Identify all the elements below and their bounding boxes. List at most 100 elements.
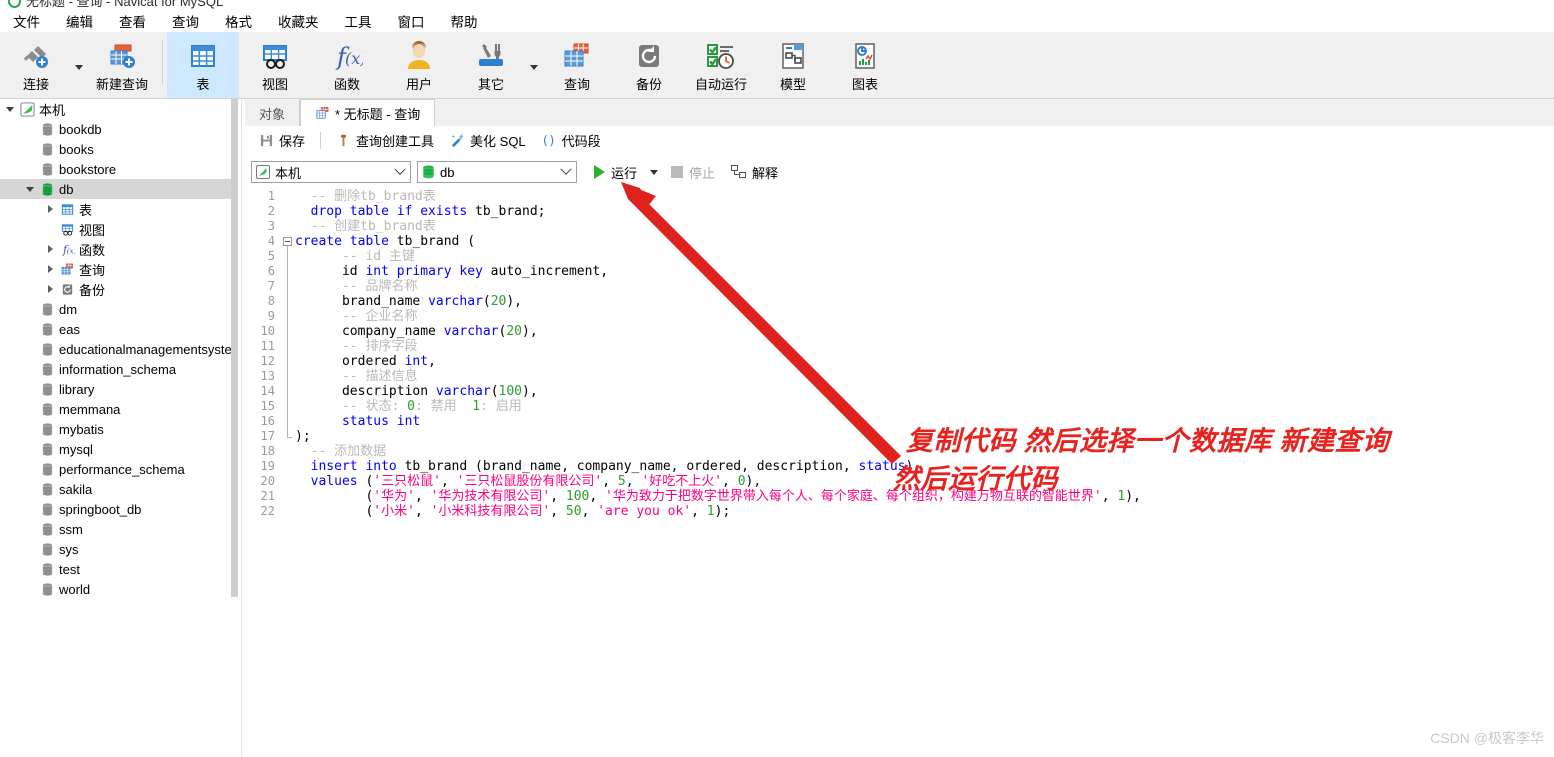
chevron-right-icon[interactable] [42, 199, 58, 219]
code-fold-toggle[interactable] [283, 237, 292, 246]
toolbar-new-query[interactable]: 新建查询 [86, 32, 158, 98]
toolbar-backup[interactable]: 备份 [613, 32, 685, 98]
code-line[interactable]: ); [295, 429, 1554, 444]
code-line[interactable]: status int [295, 414, 1554, 429]
code-line[interactable]: values ('三只松鼠', '三只松鼠股份有限公司', 5, '好吃不上火'… [295, 474, 1554, 489]
toolbar-user[interactable]: 用户 [383, 32, 455, 98]
tab-untitled-query[interactable]: * 无标题 - 查询 [300, 99, 436, 126]
tree-node-world[interactable]: world [0, 579, 238, 599]
chevron-down-icon[interactable] [2, 99, 18, 119]
code-line[interactable]: company_name varchar(20), [295, 324, 1554, 339]
line-number: 15 [260, 399, 275, 413]
code-line[interactable]: brand_name varchar(20), [295, 294, 1554, 309]
chevron-right-icon[interactable] [42, 259, 58, 279]
code-line[interactable]: ('小米', '小米科技有限公司', 50, 'are you ok', 1); [295, 504, 1554, 519]
code-line[interactable]: create table tb_brand ( [295, 234, 1554, 249]
tree-node-db[interactable]: db [0, 179, 238, 199]
chevron-down-icon[interactable] [558, 163, 574, 176]
menu-view[interactable]: 查看 [106, 9, 159, 33]
tree-node-information_schema[interactable]: information_schema [0, 359, 238, 379]
tree-node-label: memmana [59, 401, 121, 417]
code-line[interactable]: -- 企业名称 [295, 309, 1554, 324]
menu-edit[interactable]: 编辑 [53, 9, 106, 33]
tree-node-mysql[interactable]: mysql [0, 439, 238, 459]
code-line[interactable]: -- 品牌名称 [295, 279, 1554, 294]
run-options-caret-icon[interactable] [650, 169, 659, 175]
tree-node-bookstore[interactable]: bookstore [0, 159, 238, 179]
sidebar-scrollbar[interactable] [231, 99, 238, 757]
toolbar-automation[interactable]: 自动运行 [685, 32, 757, 98]
code-line[interactable]: description varchar(100), [295, 384, 1554, 399]
tree-node--[interactable]: 备份 [0, 279, 238, 299]
tree-node--[interactable]: 视图 [0, 219, 238, 239]
connection-select[interactable]: 本机 [251, 161, 411, 183]
chevron-right-icon[interactable] [42, 239, 58, 259]
database-select[interactable]: db [417, 161, 577, 183]
code-line[interactable]: -- 添加数据 [295, 444, 1554, 459]
tree-node-springboot_db[interactable]: springboot_db [0, 499, 238, 519]
save-button[interactable]: 保存 [251, 129, 313, 153]
toolbar-query[interactable]: 查询 [541, 32, 613, 98]
sql-editor[interactable]: 1 2 3 4 5 6 7 8 9 10 11 12 13 14 15 16 17 18 19 20 21 22 -- 删… [245, 189, 1554, 757]
toolbar-function[interactable]: f(x) 函数 [311, 32, 383, 98]
toolbar-connection-dropdown-caret-icon[interactable] [72, 32, 86, 98]
code-line[interactable]: -- 创建tb_brand表 [295, 219, 1554, 234]
code-line[interactable]: -- 删除tb_brand表 [295, 189, 1554, 204]
code-line[interactable]: -- 状态: 0: 禁用 1: 启用 [295, 399, 1554, 414]
tree-node-performance_schema[interactable]: performance_schema [0, 459, 238, 479]
code-snippet-button[interactable]: () 代码段 [534, 129, 609, 153]
tree-node--[interactable]: 本机 [0, 99, 238, 119]
code-line[interactable]: -- 排序字段 [295, 339, 1554, 354]
code-fold-column[interactable] [281, 189, 295, 757]
query-builder-button[interactable]: 查询创建工具 [328, 129, 442, 153]
code-line[interactable]: insert into tb_brand (brand_name, compan… [295, 459, 1554, 474]
toolbar-table[interactable]: 表 [167, 32, 239, 98]
beautify-sql-button[interactable]: 美化 SQL [442, 129, 534, 153]
code-line[interactable]: drop table if exists tb_brand; [295, 204, 1554, 219]
code-line[interactable]: ('华为', '华为技术有限公司', 100, '华为致力于把数字世界带入每个人… [295, 489, 1554, 504]
toolbar-connection[interactable]: 连接 [0, 32, 72, 98]
tree-node-bookdb[interactable]: bookdb [0, 119, 238, 139]
database-tree-sidebar[interactable]: 本机 bookdb books bookstore db 表视图f(x)函数查询备份dm e… [0, 99, 238, 757]
tree-node-library[interactable]: library [0, 379, 238, 399]
tab-objects[interactable]: 对象 [245, 100, 301, 126]
tree-node-books[interactable]: books [0, 139, 238, 159]
sidebar-splitter[interactable] [238, 99, 245, 757]
run-button[interactable]: 运行 [589, 160, 642, 184]
toolbar-other[interactable]: 其它 [455, 32, 527, 98]
menu-favorites[interactable]: 收藏夹 [265, 9, 332, 33]
menu-format[interactable]: 格式 [212, 9, 265, 33]
tree-node-mybatis[interactable]: mybatis [0, 419, 238, 439]
tree-node-eas[interactable]: eas [0, 319, 238, 339]
menu-file[interactable]: 文件 [0, 9, 53, 33]
toolbar-chart[interactable]: 图表 [829, 32, 901, 98]
tree-node-ssm[interactable]: ssm [0, 519, 238, 539]
menu-window[interactable]: 窗口 [385, 9, 438, 33]
query-builder-icon [336, 133, 351, 148]
sql-code-area[interactable]: -- 删除tb_brand表 drop table if exists tb_b… [295, 189, 1554, 757]
menu-tools[interactable]: 工具 [332, 9, 385, 33]
code-line[interactable]: -- 描述信息 [295, 369, 1554, 384]
chevron-down-icon[interactable] [22, 179, 38, 199]
tree-node--[interactable]: f(x)函数 [0, 239, 238, 259]
tree-node-dm[interactable]: dm [0, 299, 238, 319]
toolbar-other-dropdown-caret-icon[interactable] [527, 32, 541, 98]
menu-help[interactable]: 帮助 [438, 9, 491, 33]
tree-node-sys[interactable]: sys [0, 539, 238, 559]
toolbar-view[interactable]: 视图 [239, 32, 311, 98]
tree-node-sakila[interactable]: sakila [0, 479, 238, 499]
toolbar-model[interactable]: 模型 [757, 32, 829, 98]
menu-query[interactable]: 查询 [159, 9, 212, 33]
tree-node--[interactable]: 表 [0, 199, 238, 219]
tree-node-memmana[interactable]: memmana [0, 399, 238, 419]
tree-node-test[interactable]: test [0, 559, 238, 579]
code-line[interactable]: ordered int, [295, 354, 1554, 369]
chevron-down-icon[interactable] [392, 163, 408, 176]
explain-button[interactable]: 解释 [726, 160, 783, 184]
code-line[interactable]: id int primary key auto_increment, [295, 264, 1554, 279]
sidebar-scrollbar-thumb[interactable] [231, 99, 238, 597]
chevron-right-icon[interactable] [42, 279, 58, 299]
code-line[interactable]: -- id 主键 [295, 249, 1554, 264]
tree-node-educationalmanagementsystem[interactable]: educationalmanagementsystem [0, 339, 238, 359]
tree-node--[interactable]: 查询 [0, 259, 238, 279]
